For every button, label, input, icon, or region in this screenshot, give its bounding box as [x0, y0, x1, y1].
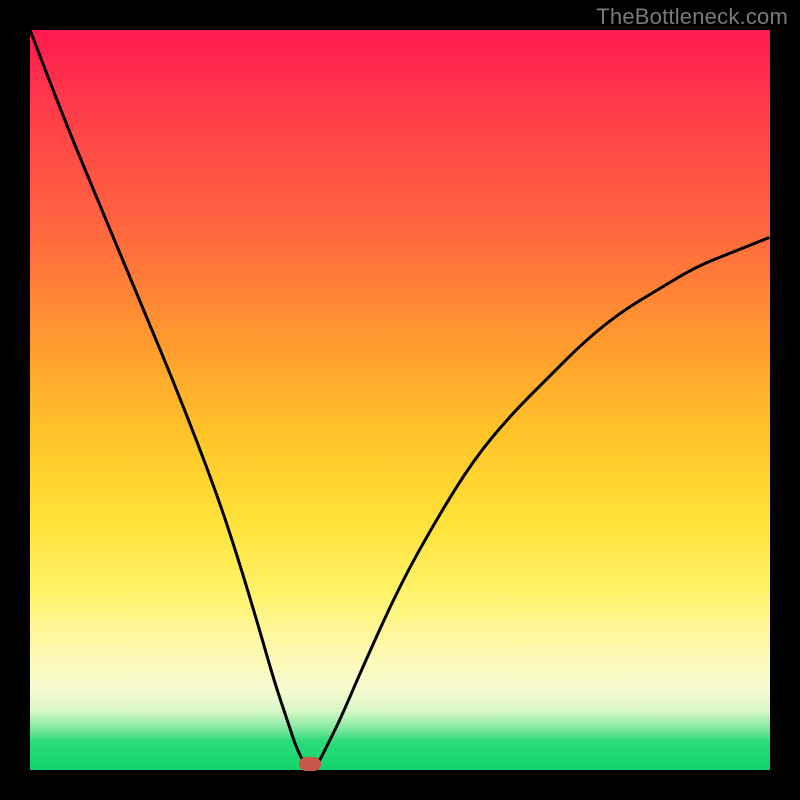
watermark-text: TheBottleneck.com — [596, 4, 788, 30]
curve-path — [30, 30, 770, 770]
bottleneck-curve — [30, 30, 770, 770]
optimal-point-marker — [299, 757, 321, 771]
chart-frame: TheBottleneck.com — [0, 0, 800, 800]
plot-area — [30, 30, 770, 770]
